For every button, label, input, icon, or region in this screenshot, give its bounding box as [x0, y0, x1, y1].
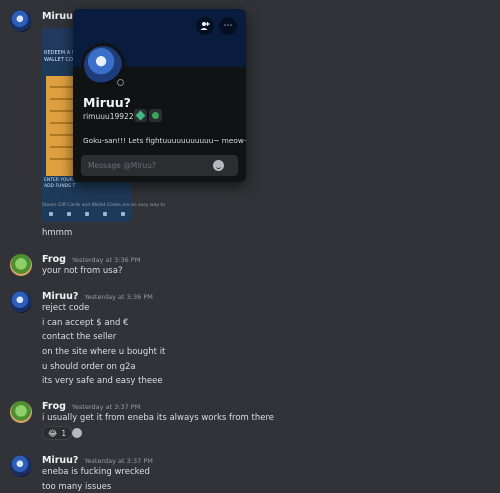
attachment-caption: Steam Gift Cards and Wallet Codes are an…: [42, 203, 166, 208]
message-text: u should order on g2a: [42, 362, 136, 372]
author-name: Frog Yesterday at 3:36 PM: [42, 254, 140, 265]
reaction-count: 1: [61, 428, 67, 438]
quest-badge-icon[interactable]: [149, 109, 162, 122]
profile-bio: Goku-san!!! Lets fightuuuuuuuuuuu~ meow~: [83, 136, 246, 145]
profile-display-name: Miruu?: [83, 95, 131, 110]
nav-icon: [103, 212, 107, 216]
avatar[interactable]: [10, 10, 32, 32]
message-group: Miruu? Yesterday at 3:36 PM reject code i…: [0, 287, 500, 392]
add-reaction-icon[interactable]: [72, 428, 82, 438]
author-name: Miruu? Yesterday at 3:36 PM: [42, 291, 153, 302]
message-text: on the site where u bought it: [42, 347, 166, 357]
profile-username: rimuuu19922: [83, 112, 134, 121]
author-username[interactable]: Frog: [42, 401, 66, 412]
nav-icon: [121, 212, 125, 216]
avatar[interactable]: [10, 254, 32, 276]
author-username[interactable]: Miruu?: [42, 455, 78, 466]
emoji-picker-icon[interactable]: [213, 160, 224, 171]
message-text: eneba is fucking wrecked: [42, 467, 150, 477]
avatar[interactable]: [10, 291, 32, 313]
attachment-redeem-text: REDEEM A S WALLET CO: [44, 50, 75, 63]
offline-status-icon: [114, 76, 125, 87]
add-friend-glyph: [200, 22, 210, 30]
timestamp: Yesterday at 3:36 PM: [84, 293, 153, 301]
avatar[interactable]: [10, 401, 32, 423]
add-friend-icon[interactable]: [196, 17, 214, 35]
joy-emoji-icon: 😂: [48, 428, 58, 438]
nav-icon: [49, 212, 53, 216]
user-profile-popout: ⋯ Miruu? rimuuu19922 Goku-san!!! Lets fi…: [73, 9, 246, 182]
message-group: Miruu? Yesterday at 3:37 PM eneba is fuck…: [0, 451, 500, 493]
message-text: i can accept $ and €: [42, 318, 129, 328]
message-text: its very safe and easy theee: [42, 376, 163, 386]
timestamp: Yesterday at 3:37 PM: [71, 403, 141, 411]
avatar[interactable]: [10, 455, 32, 477]
more-icon[interactable]: ⋯: [219, 17, 237, 35]
message-text: hmmm: [42, 228, 73, 238]
attachment-enter-text: ENTER YOUR ADD FUNDS T: [44, 178, 76, 189]
nav-icon: [67, 212, 71, 216]
nav-icon: [85, 212, 89, 216]
message-text: i usually get it from eneba its always w…: [42, 413, 275, 423]
nitro-badge-icon[interactable]: [134, 109, 147, 122]
author-username[interactable]: Frog: [42, 254, 66, 265]
reaction-button[interactable]: 😂 1: [42, 426, 73, 440]
attachment-nav-icons: [42, 212, 132, 220]
timestamp: Yesterday at 3:37 PM: [84, 457, 153, 465]
author-username[interactable]: Miruu?: [42, 291, 78, 302]
author-name: Miruu? Yesterday at 3:37 PM: [42, 455, 153, 466]
message-text: too many issues: [42, 482, 112, 492]
message-group: Frog Yesterday at 3:36 PM your not from u…: [0, 250, 500, 280]
message-text: contact the seller: [42, 332, 117, 342]
message-text: reject code: [42, 303, 90, 313]
message-text: your not from usa?: [42, 266, 123, 276]
timestamp: Yesterday at 3:36 PM: [71, 256, 141, 264]
author-name: Frog Yesterday at 3:37 PM: [42, 401, 140, 412]
message-group: Frog Yesterday at 3:37 PM i usually get i…: [0, 397, 500, 447]
